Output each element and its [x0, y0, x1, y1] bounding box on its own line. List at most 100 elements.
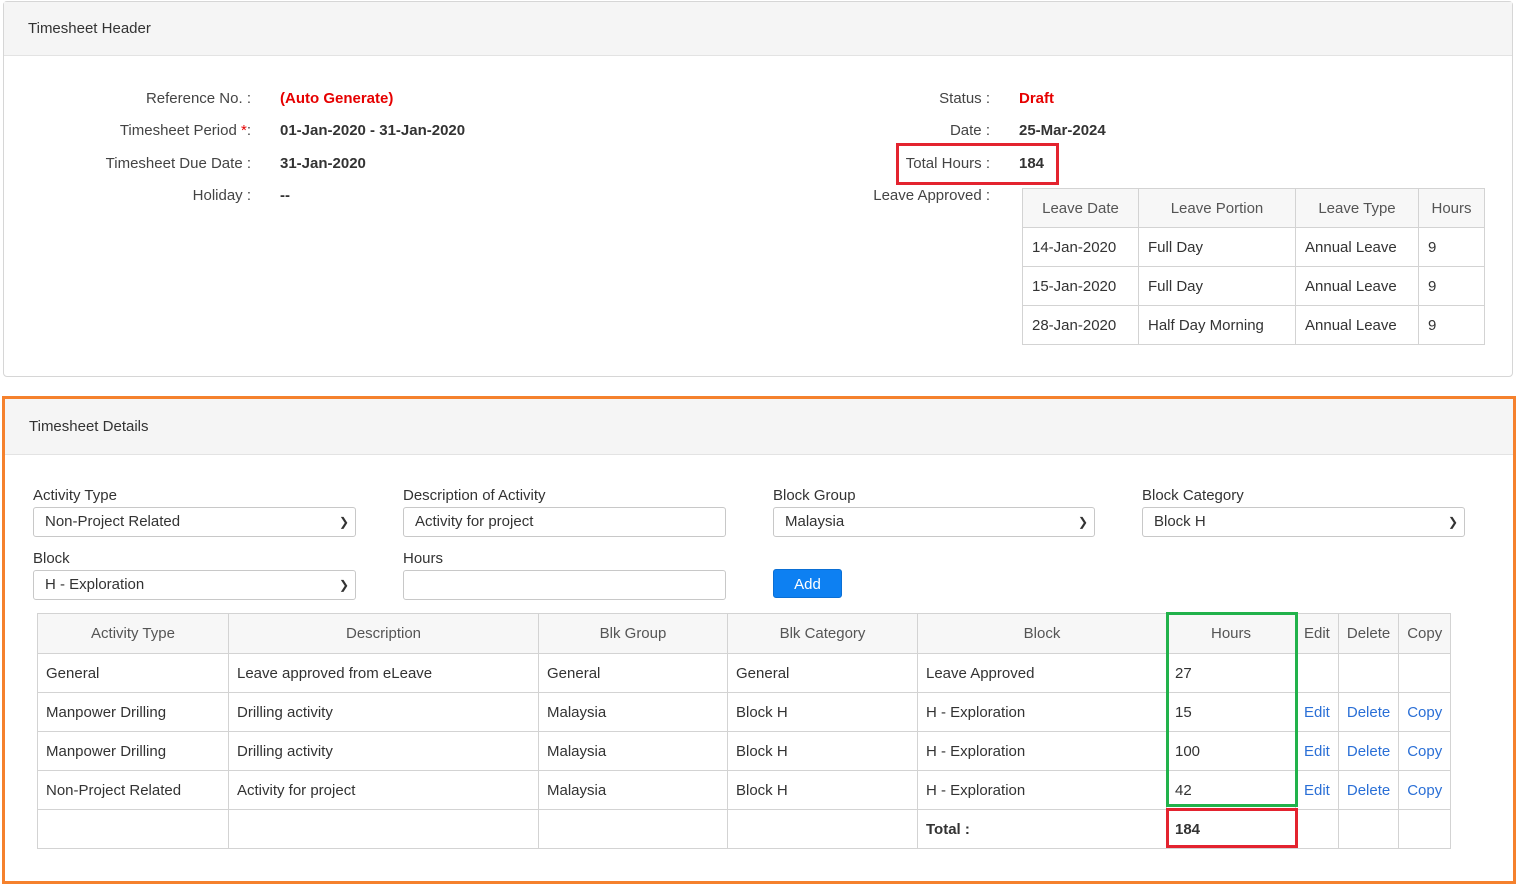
blk-group-cell: Malaysia — [538, 770, 728, 810]
table-row: 28-Jan-2020 Half Day Morning Annual Leav… — [1022, 305, 1485, 345]
copy-cell — [1398, 653, 1452, 693]
col-blk-category: Blk Category — [727, 613, 918, 654]
block-category-label: Block Category — [1142, 487, 1244, 504]
blk-group-cell: Malaysia — [538, 692, 728, 732]
leave-type-cell: Annual Leave — [1295, 266, 1419, 306]
block-cell: H - Exploration — [917, 770, 1167, 810]
chevron-down-icon: ❯ — [1447, 515, 1458, 529]
leave-type-cell: Annual Leave — [1295, 227, 1419, 267]
chevron-down-icon: ❯ — [338, 515, 349, 529]
col-hours: Hours — [1418, 188, 1485, 228]
delete-cell — [1337, 653, 1400, 693]
blk-category-cell: General — [727, 653, 918, 693]
date-label: Date : — [949, 122, 990, 139]
delete-cell: Delete — [1337, 731, 1400, 771]
holiday-value: -- — [280, 187, 290, 204]
col-description: Description — [228, 613, 539, 654]
activity-type-select[interactable]: Non-Project Related ❯ — [33, 507, 356, 537]
table-row: 15-Jan-2020 Full Day Annual Leave 9 — [1022, 266, 1485, 306]
hours-input[interactable] — [403, 570, 726, 600]
description-cell: Activity for project — [228, 770, 539, 810]
copy-cell: Copy — [1398, 770, 1452, 810]
empty-cell — [228, 809, 539, 849]
leave-hours-cell: 9 — [1418, 266, 1485, 306]
reference-label: Reference No. : — [145, 90, 251, 107]
panel-title: Timesheet Header — [4, 2, 1512, 56]
col-leave-portion: Leave Portion — [1138, 188, 1296, 228]
copy-link[interactable]: Copy — [1407, 704, 1442, 721]
block-group-select[interactable]: Malaysia ❯ — [773, 507, 1095, 537]
date-value: 25-Mar-2024 — [1019, 122, 1106, 139]
status-label: Status : — [939, 90, 990, 107]
description-label: Description of Activity — [403, 487, 546, 504]
block-selected: H - Exploration — [45, 576, 145, 593]
copy-cell: Copy — [1398, 692, 1452, 732]
blk-group-cell: Malaysia — [538, 731, 728, 771]
reference-value: (Auto Generate) — [280, 90, 394, 107]
chevron-down-icon: ❯ — [338, 578, 349, 592]
activity-cell: General — [37, 653, 229, 693]
empty-cell — [538, 809, 728, 849]
col-activity-type: Activity Type — [37, 613, 229, 654]
block-cell: H - Exploration — [917, 692, 1167, 732]
activity-cell: Non-Project Related — [37, 770, 229, 810]
block-category-selected: Block H — [1154, 513, 1206, 530]
col-delete: Delete — [1337, 613, 1400, 654]
delete-link[interactable]: Delete — [1347, 704, 1390, 721]
hours-column-highlight — [1166, 612, 1298, 807]
blk-category-cell: Block H — [727, 692, 918, 732]
empty-cell — [1337, 809, 1400, 849]
empty-cell — [1295, 809, 1339, 849]
add-button[interactable]: Add — [773, 569, 842, 598]
period-label-text: Timesheet Period — [119, 122, 237, 139]
blk-group-cell: General — [538, 653, 728, 693]
empty-cell — [727, 809, 918, 849]
leave-portion-cell: Full Day — [1138, 227, 1296, 267]
table-row: 14-Jan-2020 Full Day Annual Leave 9 — [1022, 227, 1485, 267]
delete-link[interactable]: Delete — [1347, 782, 1390, 799]
col-copy: Copy — [1398, 613, 1452, 654]
description-cell: Leave approved from eLeave — [228, 653, 539, 693]
leave-type-cell: Annual Leave — [1295, 305, 1419, 345]
activity-type-label: Activity Type — [33, 487, 117, 504]
edit-cell — [1295, 653, 1339, 693]
copy-link[interactable]: Copy — [1407, 782, 1442, 799]
block-group-label: Block Group — [773, 487, 856, 504]
copy-link[interactable]: Copy — [1407, 743, 1442, 760]
block-category-select[interactable]: Block H ❯ — [1142, 507, 1465, 537]
edit-link[interactable]: Edit — [1304, 743, 1330, 760]
delete-cell: Delete — [1337, 770, 1400, 810]
edit-link[interactable]: Edit — [1304, 782, 1330, 799]
col-block: Block — [917, 613, 1167, 654]
col-blk-group: Blk Group — [538, 613, 728, 654]
leave-hours-cell: 9 — [1418, 305, 1485, 345]
edit-cell: Edit — [1295, 731, 1339, 771]
activity-cell: Manpower Drilling — [37, 731, 229, 771]
period-value: 01-Jan-2020 - 31-Jan-2020 — [280, 122, 466, 139]
empty-cell — [1398, 809, 1452, 849]
leave-portion-cell: Full Day — [1138, 266, 1296, 306]
block-cell: H - Exploration — [917, 731, 1167, 771]
panel-title: Timesheet Details — [5, 399, 1513, 455]
leave-date-cell: 15-Jan-2020 — [1022, 266, 1139, 306]
due-date-value: 31-Jan-2020 — [280, 155, 366, 172]
block-select[interactable]: H - Exploration ❯ — [33, 570, 356, 600]
description-input[interactable]: Activity for project — [403, 507, 726, 537]
holiday-label: Holiday : — [192, 187, 251, 204]
block-group-selected: Malaysia — [785, 513, 845, 530]
leave-portion-cell: Half Day Morning — [1138, 305, 1296, 345]
table-header-row: Leave Date Leave Portion Leave Type Hour… — [1022, 188, 1485, 228]
delete-link[interactable]: Delete — [1347, 743, 1390, 760]
edit-link[interactable]: Edit — [1304, 704, 1330, 721]
block-cell: Leave Approved — [917, 653, 1167, 693]
leave-hours-cell: 9 — [1418, 227, 1485, 267]
description-cell: Drilling activity — [228, 731, 539, 771]
total-hours-row-highlight — [1166, 808, 1298, 848]
period-label: Timesheet Period *: — [120, 122, 251, 139]
col-edit: Edit — [1295, 613, 1339, 654]
edit-cell: Edit — [1295, 692, 1339, 732]
blk-category-cell: Block H — [727, 731, 918, 771]
hours-label: Hours — [403, 550, 444, 567]
description-cell: Drilling activity — [228, 692, 539, 732]
leave-approved-label: Leave Approved : — [873, 187, 990, 204]
